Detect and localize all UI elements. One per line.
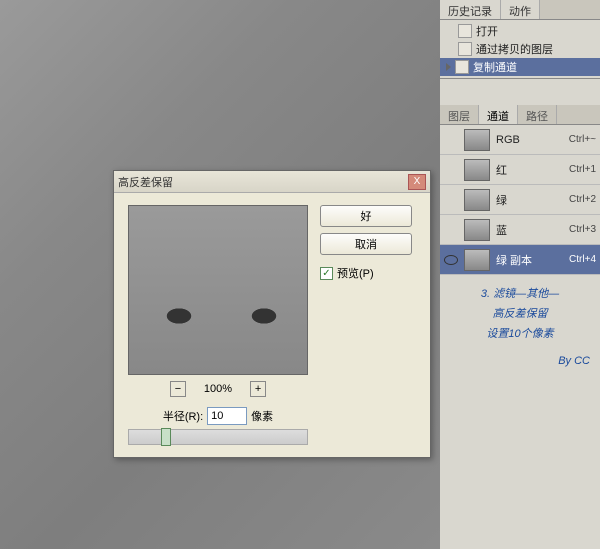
zoom-out-button[interactable]: − — [170, 381, 186, 397]
channel-shortcut: Ctrl+~ — [569, 134, 596, 145]
dialog-title: 高反差保留 — [118, 174, 408, 190]
tab-layers[interactable]: 图层 — [440, 105, 479, 124]
radius-slider[interactable] — [128, 429, 308, 445]
channel-thumb — [464, 159, 490, 181]
channel-shortcut: Ctrl+1 — [569, 164, 596, 175]
visibility-icon[interactable] — [444, 163, 458, 177]
tab-paths[interactable]: 路径 — [518, 105, 557, 124]
channel-shortcut: Ctrl+4 — [569, 254, 596, 265]
channel-row[interactable]: 绿 Ctrl+2 — [440, 185, 600, 215]
channel-row[interactable]: 蓝 Ctrl+3 — [440, 215, 600, 245]
history-label: 打开 — [476, 23, 498, 39]
preview-column: − 100% + 半径(R): 像素 — [128, 205, 308, 445]
history-item[interactable]: 通过拷贝的图层 — [440, 40, 600, 58]
radius-input[interactable] — [207, 407, 247, 425]
preview-checkbox-row: ✓ 预览(P) — [320, 265, 412, 281]
anno-line: 高反差保留 — [446, 305, 594, 325]
slider-knob[interactable] — [161, 428, 171, 446]
channel-name: 绿 副本 — [496, 252, 563, 268]
channel-row[interactable]: 红 Ctrl+1 — [440, 155, 600, 185]
ok-button[interactable]: 好 — [320, 205, 412, 227]
channel-thumb — [464, 129, 490, 151]
zoom-level: 100% — [204, 383, 232, 395]
tab-channels[interactable]: 通道 — [479, 105, 518, 124]
history-label: 通过拷贝的图层 — [476, 41, 553, 57]
channel-name: 红 — [496, 162, 563, 178]
tab-actions[interactable]: 动作 — [501, 0, 540, 19]
button-column: 好 取消 ✓ 预览(P) — [320, 205, 412, 445]
history-item[interactable]: 复制通道 — [440, 58, 600, 76]
zoom-controls: − 100% + — [128, 381, 308, 397]
radius-row: 半径(R): 像素 — [128, 407, 308, 425]
channel-row[interactable]: RGB Ctrl+~ — [440, 125, 600, 155]
channel-list: RGB Ctrl+~ 红 Ctrl+1 绿 Ctrl+2 蓝 Ctrl+3 绿 … — [440, 125, 600, 275]
right-panels: 历史记录 动作 打开 通过拷贝的图层 复制通道 图层 通道 路径 RGB Ctr… — [440, 0, 600, 549]
triangle-icon — [446, 63, 451, 71]
channel-shortcut: Ctrl+3 — [569, 224, 596, 235]
radius-unit: 像素 — [251, 408, 273, 424]
channel-row[interactable]: 绿 副本 Ctrl+4 — [440, 245, 600, 275]
annotation-text: 3. 滤镜—其他— 高反差保留 设置10个像素 By CC — [440, 275, 600, 382]
channel-thumb — [464, 249, 490, 271]
channel-name: 绿 — [496, 192, 563, 208]
channel-name: RGB — [496, 134, 563, 146]
anno-byline: By CC — [446, 352, 594, 372]
preview-checkbox[interactable]: ✓ — [320, 267, 333, 280]
tab-history[interactable]: 历史记录 — [440, 0, 501, 19]
zoom-in-button[interactable]: + — [250, 381, 266, 397]
visibility-icon[interactable] — [444, 223, 458, 237]
dialog-body: − 100% + 半径(R): 像素 好 取消 ✓ 预览(P) — [114, 193, 430, 457]
high-pass-dialog: 高反差保留 X − 100% + 半径(R): 像素 好 取消 ✓ — [113, 170, 431, 458]
channel-tabs: 图层 通道 路径 — [440, 105, 600, 125]
anno-line: 设置10个像素 — [446, 325, 594, 345]
dialog-titlebar[interactable]: 高反差保留 X — [114, 171, 430, 193]
cancel-button[interactable]: 取消 — [320, 233, 412, 255]
channel-thumb — [464, 189, 490, 211]
doc-icon — [455, 60, 469, 74]
radius-label: 半径(R): — [163, 408, 203, 424]
visibility-icon[interactable] — [444, 193, 458, 207]
preview-checkbox-label: 预览(P) — [337, 265, 374, 281]
doc-icon — [458, 42, 472, 56]
history-label: 复制通道 — [473, 59, 517, 75]
history-tabs: 历史记录 动作 — [440, 0, 600, 20]
preview-image[interactable] — [128, 205, 308, 375]
visibility-icon[interactable] — [444, 133, 458, 147]
anno-line: 3. 滤镜—其他— — [446, 285, 594, 305]
doc-icon — [458, 24, 472, 38]
history-item[interactable]: 打开 — [440, 22, 600, 40]
channel-shortcut: Ctrl+2 — [569, 194, 596, 205]
channel-thumb — [464, 219, 490, 241]
history-list: 打开 通过拷贝的图层 复制通道 — [440, 20, 600, 79]
close-button[interactable]: X — [408, 174, 426, 190]
visibility-icon[interactable] — [444, 253, 458, 267]
channel-name: 蓝 — [496, 222, 563, 238]
